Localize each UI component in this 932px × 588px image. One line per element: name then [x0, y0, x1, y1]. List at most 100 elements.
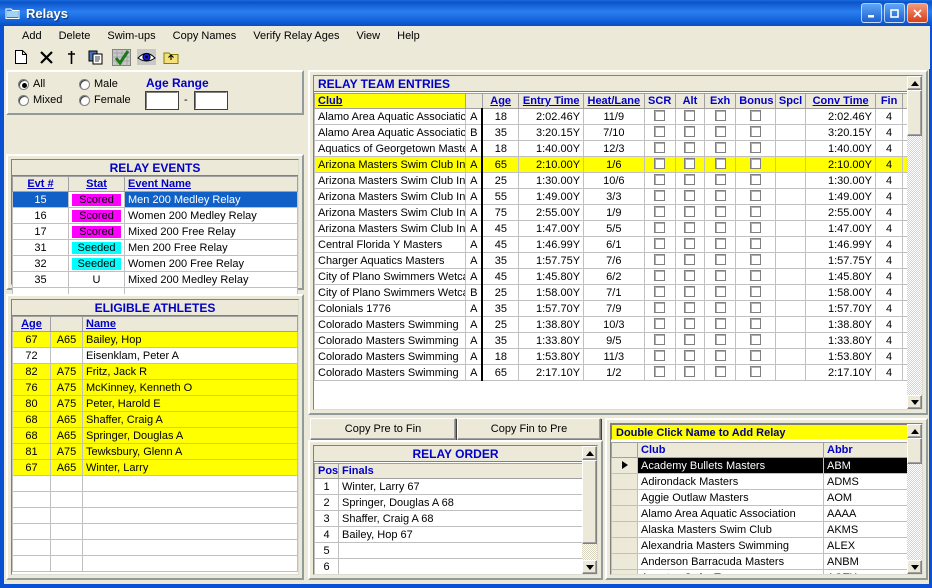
- table-row[interactable]: Alamo Area Aquatic Associatic A 18 2:02.46Y…: [314, 108, 922, 125]
- table-row[interactable]: Charger Aquatics Masters A 35 1:57.75Y 7/6 1:…: [314, 252, 922, 269]
- entry-scr-checkbox[interactable]: [654, 125, 666, 137]
- table-row[interactable]: Colorado Masters Swimming A 25 1:38.80Y 10/3…: [314, 316, 922, 333]
- table-row[interactable]: Arizona Masters Swim Club Inc A 45 1:47.00Y…: [314, 220, 922, 237]
- minimize-button[interactable]: [861, 3, 882, 23]
- rte-col-rel[interactable]: [465, 93, 483, 109]
- table-row[interactable]: Central Florida Y Masters A 45 1:46.99Y 6/1 1…: [314, 236, 922, 253]
- menu-delete[interactable]: Delete: [51, 28, 100, 44]
- table-row[interactable]: Alamo Area Aquatic Associatic B 35 3:20.15Y…: [314, 124, 922, 141]
- entry-bonus-checkbox[interactable]: [750, 269, 762, 281]
- eye-icon[interactable]: [135, 47, 157, 67]
- rte-col-fin[interactable]: Fin: [875, 93, 904, 109]
- table-row[interactable]: 31 Seeded Men 200 Free Relay: [12, 239, 298, 256]
- table-row[interactable]: 3 Shaffer, Craig A 68: [314, 510, 597, 527]
- table-row[interactable]: 6: [314, 558, 597, 574]
- cp-scroll-down-button[interactable]: [907, 560, 922, 574]
- entry-exh-checkbox[interactable]: [714, 189, 726, 201]
- entry-bonus-checkbox[interactable]: [750, 141, 762, 153]
- entry-scr-checkbox[interactable]: [654, 269, 666, 281]
- list-item[interactable]: Academy Bullets Masters ABM: [611, 457, 922, 474]
- list-item[interactable]: Aquatex Swim TeamAQTX: [611, 569, 922, 574]
- import-folder-icon[interactable]: [160, 47, 182, 67]
- entry-alt-checkbox[interactable]: [684, 109, 696, 121]
- table-row[interactable]: 17 Scored Mixed 200 Free Relay: [12, 223, 298, 240]
- entry-exh-checkbox[interactable]: [714, 205, 726, 217]
- entry-exh-checkbox[interactable]: [714, 125, 726, 137]
- ro-scroll-down-button[interactable]: [582, 560, 597, 574]
- entry-scr-checkbox[interactable]: [654, 189, 666, 201]
- table-row[interactable]: 68 A65 Springer, Douglas A: [12, 427, 298, 444]
- entry-bonus-checkbox[interactable]: [750, 157, 762, 169]
- menu-view[interactable]: View: [348, 28, 389, 44]
- entry-bonus-checkbox[interactable]: [750, 333, 762, 345]
- entry-scr-checkbox[interactable]: [654, 253, 666, 265]
- age-range-from-input[interactable]: [145, 91, 179, 110]
- table-row[interactable]: 5: [314, 542, 597, 559]
- menu-help[interactable]: Help: [389, 28, 429, 44]
- rte-col-club[interactable]: Club: [314, 93, 467, 109]
- entry-exh-checkbox[interactable]: [714, 317, 726, 329]
- delete-x-icon[interactable]: [35, 47, 57, 67]
- entry-exh-checkbox[interactable]: [714, 301, 726, 313]
- entry-alt-checkbox[interactable]: [684, 301, 696, 313]
- list-item[interactable]: Aggie Outlaw Masters AOM: [611, 489, 922, 506]
- entry-scr-checkbox[interactable]: [654, 333, 666, 345]
- rte-col-entry-time[interactable]: Entry Time: [518, 93, 585, 109]
- table-row[interactable]: Colorado Masters Swimming A 65 2:17.10Y 1/2 2…: [314, 364, 922, 381]
- list-item[interactable]: Alamo Area Aquatic Association AAAA: [611, 505, 922, 522]
- table-row[interactable]: 76 A75 McKinney, Kenneth O: [12, 379, 298, 396]
- entry-alt-checkbox[interactable]: [684, 189, 696, 201]
- entry-alt-checkbox[interactable]: [684, 269, 696, 281]
- entry-exh-checkbox[interactable]: [714, 349, 726, 361]
- table-row[interactable]: Colorado Masters Swimming A 18 1:53.80Y 11/3…: [314, 348, 922, 365]
- entry-scr-checkbox[interactable]: [654, 157, 666, 169]
- table-row[interactable]: 32 Seeded Women 200 Free Relay: [12, 255, 298, 272]
- rte-col-conv-time[interactable]: Conv Time: [805, 93, 877, 109]
- entry-scr-checkbox[interactable]: [654, 205, 666, 217]
- scroll-thumb[interactable]: [907, 90, 922, 136]
- entry-scr-checkbox[interactable]: [654, 237, 666, 249]
- eligible-col-name[interactable]: Name: [82, 316, 298, 332]
- entry-bonus-checkbox[interactable]: [750, 317, 762, 329]
- club-picker-scrollbar[interactable]: [907, 424, 922, 574]
- close-button[interactable]: [907, 3, 928, 23]
- ro-col-finals[interactable]: Finals: [338, 463, 597, 479]
- entry-bonus-checkbox[interactable]: [750, 205, 762, 217]
- table-row[interactable]: 68 A65 Shaffer, Craig A: [12, 411, 298, 428]
- ro-col-pos[interactable]: Pos: [314, 463, 339, 479]
- relay-team-entries-scrollbar[interactable]: [907, 76, 922, 409]
- table-row[interactable]: City of Plano Swimmers Wetcat B 25 1:58.00Y…: [314, 284, 922, 301]
- entry-alt-checkbox[interactable]: [684, 317, 696, 329]
- rte-col-scr[interactable]: SCR: [643, 93, 676, 109]
- entry-bonus-checkbox[interactable]: [750, 125, 762, 137]
- radio-female[interactable]: Female: [79, 94, 131, 106]
- maximize-button[interactable]: [884, 3, 905, 23]
- copy-pre-to-fin-button[interactable]: Copy Pre to Fin: [310, 418, 456, 440]
- menu-copy-names[interactable]: Copy Names: [165, 28, 246, 44]
- entry-alt-checkbox[interactable]: [684, 141, 696, 153]
- entry-scr-checkbox[interactable]: [654, 221, 666, 233]
- entry-exh-checkbox[interactable]: [714, 141, 726, 153]
- table-row[interactable]: Arizona Masters Swim Club Inc A 25 1:30.00Y…: [314, 172, 922, 189]
- ro-scroll-up-button[interactable]: [582, 446, 597, 460]
- new-document-icon[interactable]: [10, 47, 32, 67]
- table-row[interactable]: Colonials 1776 A 35 1:57.70Y 7/9 1:57.70Y 4: [314, 300, 922, 317]
- table-row[interactable]: [12, 555, 298, 572]
- copy-icon[interactable]: [85, 47, 107, 67]
- table-row[interactable]: Aquatics of Georgetown Maste A 18 1:40.00Y 1…: [314, 140, 922, 157]
- table-row[interactable]: City of Plano Swimmers Wetcat A 45 1:45.80Y…: [314, 268, 922, 285]
- rte-col-bonus[interactable]: Bonus: [735, 93, 776, 109]
- list-item[interactable]: Adirondack Masters ADMS: [611, 473, 922, 490]
- relay-order-scrollbar[interactable]: [582, 446, 597, 574]
- entry-bonus-checkbox[interactable]: [750, 189, 762, 201]
- table-row[interactable]: 82 A75 Fritz, Jack R: [12, 363, 298, 380]
- list-item[interactable]: Alaska Masters Swim Club AKMS: [611, 521, 922, 538]
- entry-exh-checkbox[interactable]: [714, 253, 726, 265]
- entry-scr-checkbox[interactable]: [654, 285, 666, 297]
- table-row[interactable]: Colorado Masters Swimming A 35 1:33.80Y 9/5 1…: [314, 332, 922, 349]
- entry-exh-checkbox[interactable]: [714, 173, 726, 185]
- list-item[interactable]: Alexandria Masters Swimming ALEX: [611, 537, 922, 554]
- entry-exh-checkbox[interactable]: [714, 269, 726, 281]
- table-row[interactable]: [12, 523, 298, 540]
- table-row[interactable]: Arizona Masters Swim Club Inc A 55 1:49.00Y…: [314, 188, 922, 205]
